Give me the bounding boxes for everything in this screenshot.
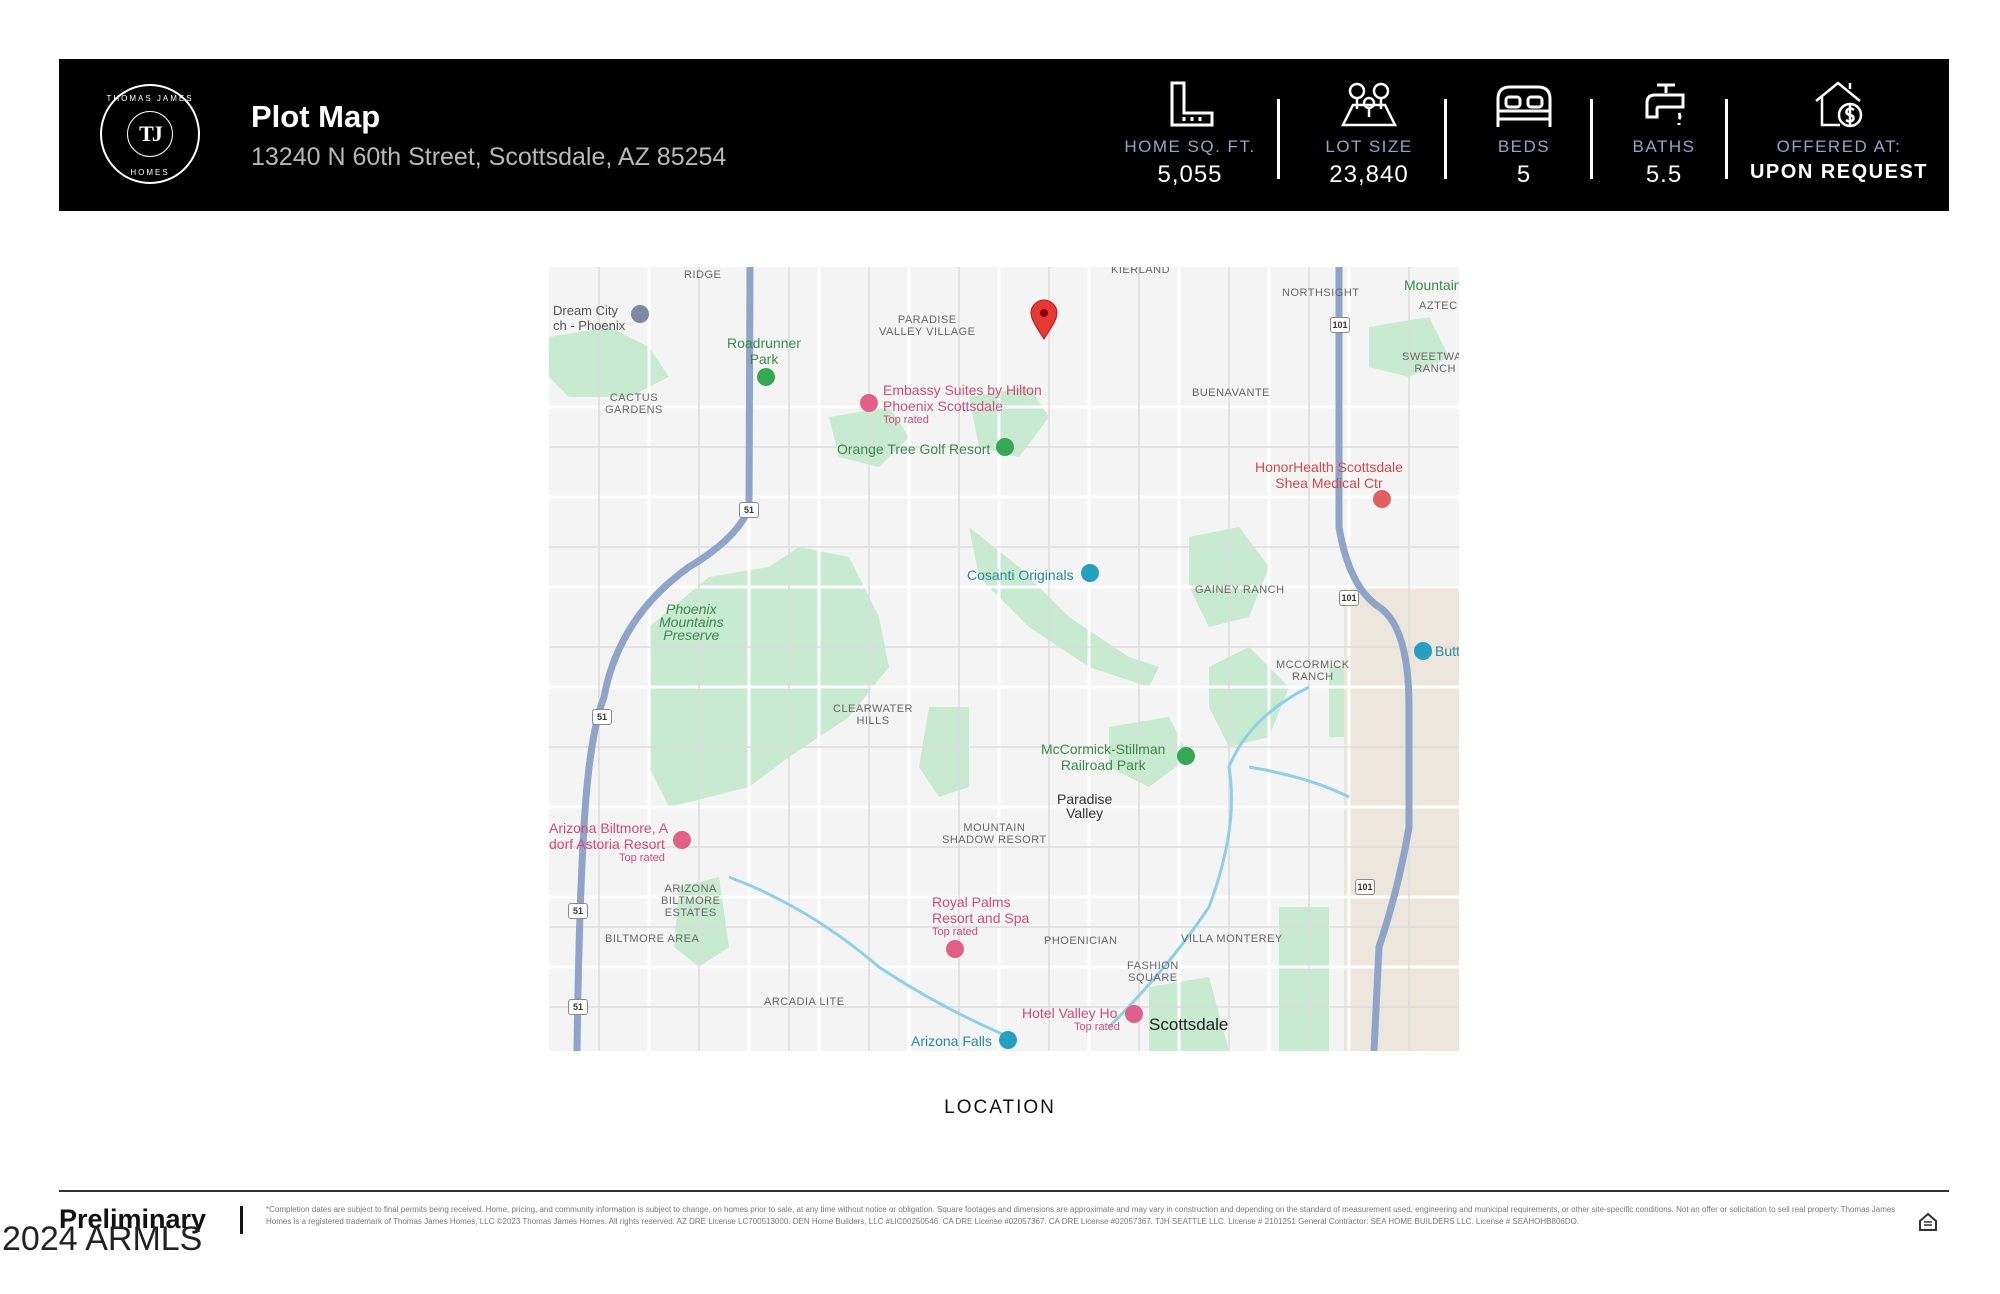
legal-disclaimer: *Completion dates are subject to final p… [266,1205,1896,1226]
stat-divider [1590,99,1593,179]
stat-value: 5.5 [1645,161,1683,188]
stat-beds: BEDS 5 [1474,79,1574,189]
logo-bottom-text: HOMES [130,168,170,177]
stat-divider [1277,99,1280,179]
golf-marker-icon [996,438,1014,456]
stat-label: LOT SIZE [1325,137,1413,156]
page-title: Plot Map [251,99,381,134]
listing-header: THOMAS JAMES TJ HOMES Plot Map 13240 N 6… [59,59,1949,211]
park-marker-icon [631,305,775,386]
stat-divider [1444,99,1447,179]
logo-top-text: THOMAS JAMES [106,94,194,103]
property-address: 13240 N 60th Street, Scottsdale, AZ 8525… [251,143,727,171]
thomas-james-logo: THOMAS JAMES TJ HOMES [100,84,200,184]
copyright-watermark: 2024 ARMLS [2,1220,203,1258]
stat-label: HOME SQ. FT. [1124,137,1256,156]
hotel-marker-icon [673,394,1143,1023]
stat-value: UPON REQUEST [1749,161,1929,183]
ruler-square-icon [1120,79,1260,129]
stat-baths: BATHS 5.5 [1614,79,1714,189]
stat-home-sqft: HOME SQ. FT. 5,055 [1120,79,1260,189]
railroad-park-marker-icon [1177,747,1195,765]
location-map[interactable]: 51 51 51 51 101 101 101 RIDGE KIERLAND M… [549,267,1459,1051]
lot-trees-icon [1304,79,1434,129]
stat-label: BATHS [1632,137,1696,156]
footer-divider [59,1190,1949,1192]
logo-monogram: TJ [127,111,173,157]
stat-label: BEDS [1497,137,1551,156]
stat-value: 5 [1516,161,1532,188]
footer-separator [240,1206,243,1234]
stat-value: 5,055 [1157,161,1223,188]
stat-offered-at: OFFERED AT: UPON REQUEST [1739,79,1939,184]
house-dollar-icon [1739,79,1939,129]
stat-divider [1725,99,1728,179]
hospital-marker-icon [1373,490,1391,508]
map-markers [631,299,1432,1049]
shop-marker-icon [999,564,1432,1049]
map-caption: LOCATION [944,1097,1056,1118]
property-pin-icon [1030,299,1058,340]
stat-label: OFFERED AT: [1776,137,1902,156]
equal-housing-icon [1919,1212,1937,1231]
stat-lot-size: LOT SIZE 23,840 [1304,79,1434,189]
faucet-icon [1614,79,1714,129]
bed-icon [1474,79,1574,129]
stat-value: 23,840 [1329,161,1409,188]
